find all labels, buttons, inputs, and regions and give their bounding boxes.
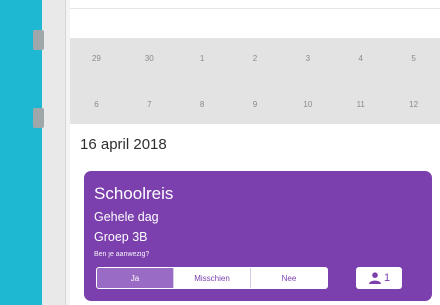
event-time: Gehele dag xyxy=(94,210,159,224)
event-card[interactable]: Schoolreis Gehele dag Groep 3B Ben je aa… xyxy=(84,171,432,301)
side-tab-handle[interactable] xyxy=(33,30,44,50)
side-panel-edge xyxy=(42,0,66,305)
calendar-day[interactable]: 29 xyxy=(70,38,123,78)
divider xyxy=(70,8,440,9)
calendar-day[interactable]: 5 xyxy=(387,38,440,78)
rsvp-maybe-button[interactable]: Misschien xyxy=(173,268,250,288)
calendar-panel: 29 30 1 2 3 4 5 6 7 8 9 10 11 12 16 apri… xyxy=(70,0,440,305)
event-title: Schoolreis xyxy=(94,184,174,203)
attendance-question: Ben je aanwezig? xyxy=(94,251,150,258)
person-icon xyxy=(368,272,382,284)
calendar-week-row: 29 30 1 2 3 4 5 xyxy=(70,38,440,78)
attendees-button[interactable]: 1 xyxy=(356,267,402,289)
event-group: Groep 3B xyxy=(94,230,148,244)
date-heading: 16 april 2018 xyxy=(80,136,167,153)
calendar-day[interactable]: 8 xyxy=(175,84,229,124)
calendar-day[interactable]: 4 xyxy=(334,38,388,78)
calendar-day[interactable]: 1 xyxy=(175,38,229,78)
calendar-day[interactable]: 6 xyxy=(70,84,123,124)
side-tab-handle[interactable] xyxy=(33,108,44,128)
rsvp-segmented-control: Ja Misschien Nee xyxy=(96,267,328,289)
calendar-day[interactable]: 3 xyxy=(281,38,335,78)
calendar-day[interactable]: 9 xyxy=(228,84,282,124)
calendar-day[interactable]: 12 xyxy=(387,84,440,124)
calendar-day[interactable]: 2 xyxy=(228,38,282,78)
rsvp-no-button[interactable]: Nee xyxy=(250,268,327,288)
calendar-day[interactable]: 11 xyxy=(334,84,388,124)
rsvp-yes-button[interactable]: Ja xyxy=(97,268,173,288)
calendar-week-row: 6 7 8 9 10 11 12 xyxy=(70,84,440,124)
calendar-day[interactable]: 30 xyxy=(122,38,176,78)
attendee-count: 1 xyxy=(383,272,391,284)
calendar-day[interactable]: 7 xyxy=(122,84,176,124)
calendar-day[interactable]: 10 xyxy=(281,84,335,124)
app-screen: 29 30 1 2 3 4 5 6 7 8 9 10 11 12 16 apri… xyxy=(0,0,440,305)
